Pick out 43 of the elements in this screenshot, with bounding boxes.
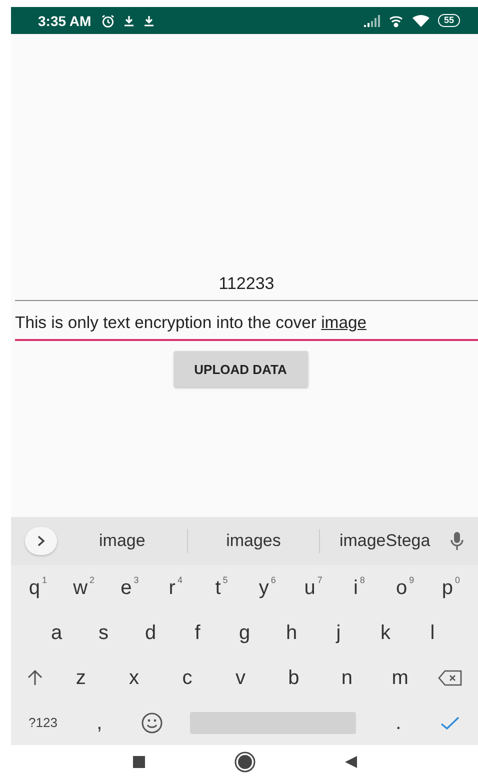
key[interactable]: k	[370, 618, 400, 648]
back-button[interactable]	[344, 754, 358, 768]
key[interactable]: s	[88, 618, 118, 648]
checkmark-key[interactable]	[440, 716, 460, 730]
emoji-key[interactable]	[141, 712, 164, 734]
key[interactable]: b	[278, 662, 309, 692]
suggestion-word[interactable]: imageStega	[320, 531, 450, 551]
home-button[interactable]	[234, 750, 256, 772]
signal-icon	[364, 14, 380, 26]
key[interactable]: h	[276, 618, 306, 648]
download-icon	[143, 14, 156, 26]
upload-data-button[interactable]: UPLOAD DATA	[174, 351, 308, 387]
microphone-icon[interactable]	[450, 531, 464, 551]
key[interactable]: v	[225, 662, 256, 692]
key[interactable]: g	[230, 618, 260, 648]
key[interactable]: j	[324, 618, 354, 648]
recents-button[interactable]	[132, 754, 146, 768]
hotspot-icon	[388, 14, 404, 28]
key[interactable]: ,	[84, 708, 114, 738]
key[interactable]: n	[332, 662, 362, 692]
suggestion-word[interactable]: image	[57, 531, 188, 551]
download-icon	[123, 14, 136, 26]
shift-key[interactable]	[26, 670, 43, 686]
pin-field[interactable]: 112233	[15, 274, 478, 301]
key[interactable]: z	[66, 662, 96, 692]
key[interactable]: m	[385, 662, 416, 692]
wifi-icon	[412, 14, 430, 28]
clock-time: 3:35 AM	[38, 12, 92, 28]
alarm-icon	[101, 14, 116, 28]
chevron-right-icon	[37, 535, 45, 547]
key[interactable]: d	[136, 618, 166, 648]
key[interactable]: .	[383, 708, 414, 738]
symbols-key[interactable]: ?123	[28, 715, 58, 730]
key[interactable]: x	[119, 662, 150, 692]
expand-button[interactable]	[25, 527, 57, 555]
key[interactable]: c	[172, 662, 202, 692]
backspace-key[interactable]	[438, 670, 462, 686]
key[interactable]: f	[182, 618, 212, 648]
battery-indicator: 55	[438, 14, 460, 27]
key[interactable]: a	[42, 618, 72, 648]
suggestion-word[interactable]: images	[188, 531, 319, 551]
key[interactable]: l	[418, 618, 448, 648]
message-field[interactable]: This is only text encryption into the cover image	[15, 313, 478, 341]
